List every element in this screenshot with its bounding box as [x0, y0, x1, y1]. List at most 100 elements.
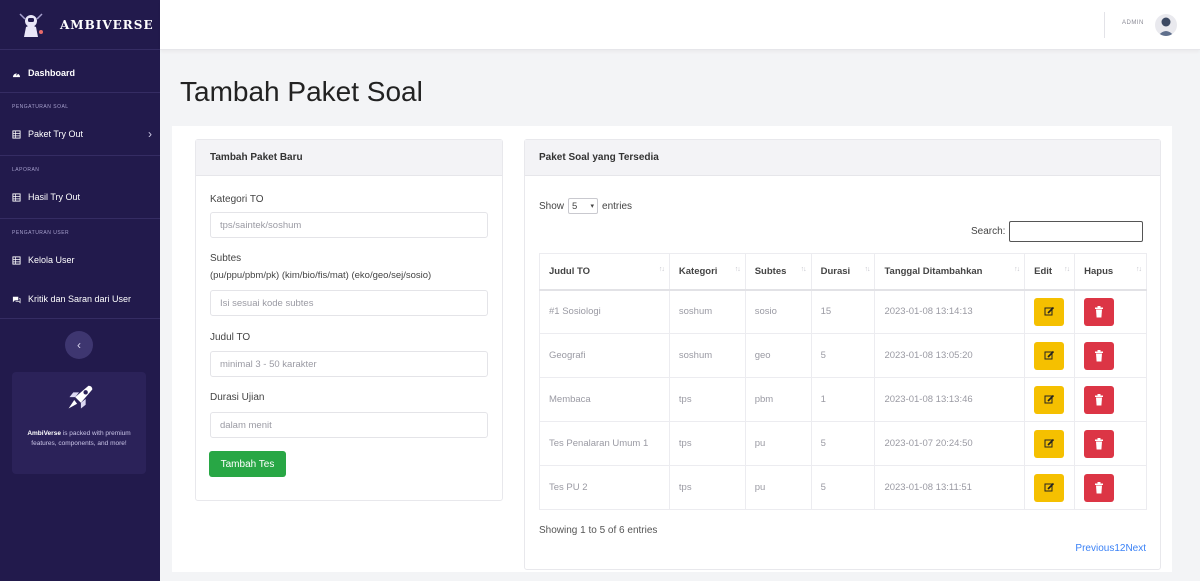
sidebar-divider	[0, 155, 160, 156]
table-row: Membaca tps pbm 1 2023-01-08 13:13:46	[539, 377, 1147, 422]
edit-button[interactable]	[1034, 385, 1065, 414]
cell-judul: Tes Penalaran Umum 1	[539, 421, 670, 466]
cell-subtes: pu	[744, 465, 812, 510]
cell-judul: Membaca	[539, 377, 670, 422]
delete-button[interactable]	[1084, 297, 1115, 326]
judul-placeholder: minimal 3 - 50 karakter	[220, 358, 317, 370]
cell-subtes: pu	[744, 421, 812, 466]
column-label: Hapus	[1084, 265, 1114, 277]
sidebar-item-dashboard[interactable]: Dashboard	[12, 62, 152, 84]
column-label: Tanggal Ditambahkan	[884, 265, 983, 277]
pagination-previous[interactable]: Previous	[1075, 543, 1114, 554]
card-header: Tambah Paket Baru	[196, 140, 502, 176]
page-size-value: 5	[572, 200, 578, 212]
subtes-input[interactable]: Isi sesuai kode subtes	[210, 290, 488, 316]
edit-button[interactable]	[1034, 473, 1065, 502]
sidebar-item-paket-try-out[interactable]: Paket Try Out ›	[12, 123, 152, 145]
sidebar-collapse-button[interactable]: ‹	[65, 331, 93, 359]
package-table: Judul TO ↑↓ Kategori ↑↓ Subtes ↑↓ Durasi ↑↓ …	[539, 253, 1147, 510]
column-header-durasi[interactable]: Durasi ↑↓	[810, 253, 876, 291]
column-header-judul[interactable]: Judul TO ↑↓	[539, 253, 670, 291]
package-list-card: Paket Soal yang Tersedia Show 5 ▾ entrie…	[524, 139, 1161, 570]
cell-hapus	[1074, 421, 1147, 466]
cell-subtes: sosio	[744, 289, 812, 334]
cell-subtes: pbm	[744, 377, 812, 422]
edit-button[interactable]	[1034, 341, 1065, 370]
trash-icon	[1095, 481, 1104, 493]
chevron-down-icon: ▾	[590, 203, 595, 210]
cell-judul: Geografi	[539, 333, 670, 378]
sidebar-item-kritik-saran[interactable]: Kritik dan Saran dari User	[12, 288, 152, 310]
sort-icon: ↑↓	[658, 266, 665, 273]
column-label: Judul TO	[549, 265, 590, 277]
brand[interactable]: AMBIVERSE	[0, 0, 160, 50]
column-header-kategori[interactable]: Kategori ↑↓	[668, 253, 746, 291]
column-header-hapus[interactable]: Hapus ↑↓	[1074, 253, 1147, 291]
column-header-subtes[interactable]: Subtes ↑↓	[744, 253, 812, 291]
cell-tanggal: 2023-01-08 13:13:46	[874, 377, 1026, 422]
sidebar-divider	[0, 92, 160, 93]
sidebar-item-label: Kelola User	[28, 255, 75, 265]
promo-brand: AmbiVerse	[27, 430, 61, 437]
avatar[interactable]	[1155, 14, 1177, 36]
chevron-right-icon: ›	[148, 127, 152, 141]
add-test-button[interactable]: Tambah Tes	[209, 451, 286, 477]
trash-icon	[1095, 349, 1104, 361]
user-name[interactable]: ADMIN	[1122, 20, 1144, 26]
column-header-edit[interactable]: Edit ↑↓	[1024, 253, 1076, 291]
table-row: #1 Sosiologi soshum sosio 15 2023-01-08 …	[539, 289, 1147, 334]
astronaut-logo-icon	[19, 12, 43, 37]
judul-input[interactable]: minimal 3 - 50 karakter	[210, 351, 488, 377]
delete-button[interactable]	[1084, 429, 1115, 458]
cell-durasi: 5	[810, 333, 876, 378]
kategori-label: Kategori TO	[210, 194, 264, 205]
search-input[interactable]	[1009, 221, 1144, 242]
add-package-card: Tambah Paket Baru Kategori TO tps/sainte…	[195, 139, 503, 501]
edit-button[interactable]	[1034, 297, 1065, 326]
edit-icon	[1044, 438, 1054, 448]
sidebar-item-label: Dashboard	[28, 68, 76, 78]
trash-icon	[1095, 437, 1104, 449]
sidebar-item-label: Hasil Try Out	[28, 192, 81, 202]
table-row: Tes Penalaran Umum 1 tps pu 5 2023-01-07…	[539, 421, 1147, 466]
delete-button[interactable]	[1084, 385, 1115, 414]
cell-kategori: tps	[668, 377, 746, 422]
cell-edit	[1024, 421, 1076, 466]
page-title: Tambah Paket Soal	[180, 76, 423, 107]
sidebar: AMBIVERSE Dashboard PENGATURAN SOAL Pake…	[0, 0, 160, 581]
chevron-left-icon: ‹	[77, 338, 81, 352]
column-label: Subtes	[754, 265, 787, 277]
table-header-row: Judul TO ↑↓ Kategori ↑↓ Subtes ↑↓ Durasi ↑↓ …	[539, 253, 1147, 291]
sidebar-item-label: Kritik dan Saran dari User	[28, 294, 132, 304]
sidebar-item-hasil-try-out[interactable]: Hasil Try Out	[12, 186, 152, 208]
cell-edit	[1024, 377, 1076, 422]
cell-edit	[1024, 289, 1076, 334]
sort-icon: ↑↓	[800, 266, 807, 273]
column-label: Durasi	[820, 265, 851, 277]
column-header-tanggal[interactable]: Tanggal Ditambahkan ↑↓	[874, 253, 1026, 291]
subtes-label: Subtes	[210, 253, 242, 264]
topbar: ADMIN	[160, 0, 1200, 50]
edit-button[interactable]	[1034, 429, 1065, 458]
table-row: Tes PU 2 tps pu 5 2023-01-08 13:11:51	[539, 465, 1147, 510]
cell-kategori: tps	[668, 465, 746, 510]
sidebar-heading-soal: PENGATURAN SOAL	[12, 104, 69, 110]
pagination-next[interactable]: Next	[1125, 543, 1146, 554]
sidebar-item-kelola-user[interactable]: Kelola User	[12, 249, 152, 271]
page-size-select[interactable]: 5 ▾	[568, 198, 599, 214]
cell-durasi: 15	[810, 289, 876, 334]
table-icon	[12, 192, 21, 202]
kategori-input[interactable]: tps/saintek/soshum	[210, 212, 488, 238]
sort-icon: ↑↓	[1136, 266, 1142, 273]
entries-label: entries	[602, 200, 633, 212]
rocket-icon	[68, 385, 93, 409]
show-label: Show	[539, 200, 565, 212]
column-label: Edit	[1034, 265, 1053, 277]
durasi-input[interactable]: dalam menit	[210, 412, 488, 438]
cell-judul: #1 Sosiologi	[539, 289, 670, 334]
sidebar-item-label: Paket Try Out	[28, 129, 84, 139]
sidebar-divider	[0, 218, 160, 219]
delete-button[interactable]	[1084, 341, 1115, 370]
delete-button[interactable]	[1084, 473, 1115, 502]
sidebar-heading-user: PENGATURAN USER	[12, 230, 70, 236]
